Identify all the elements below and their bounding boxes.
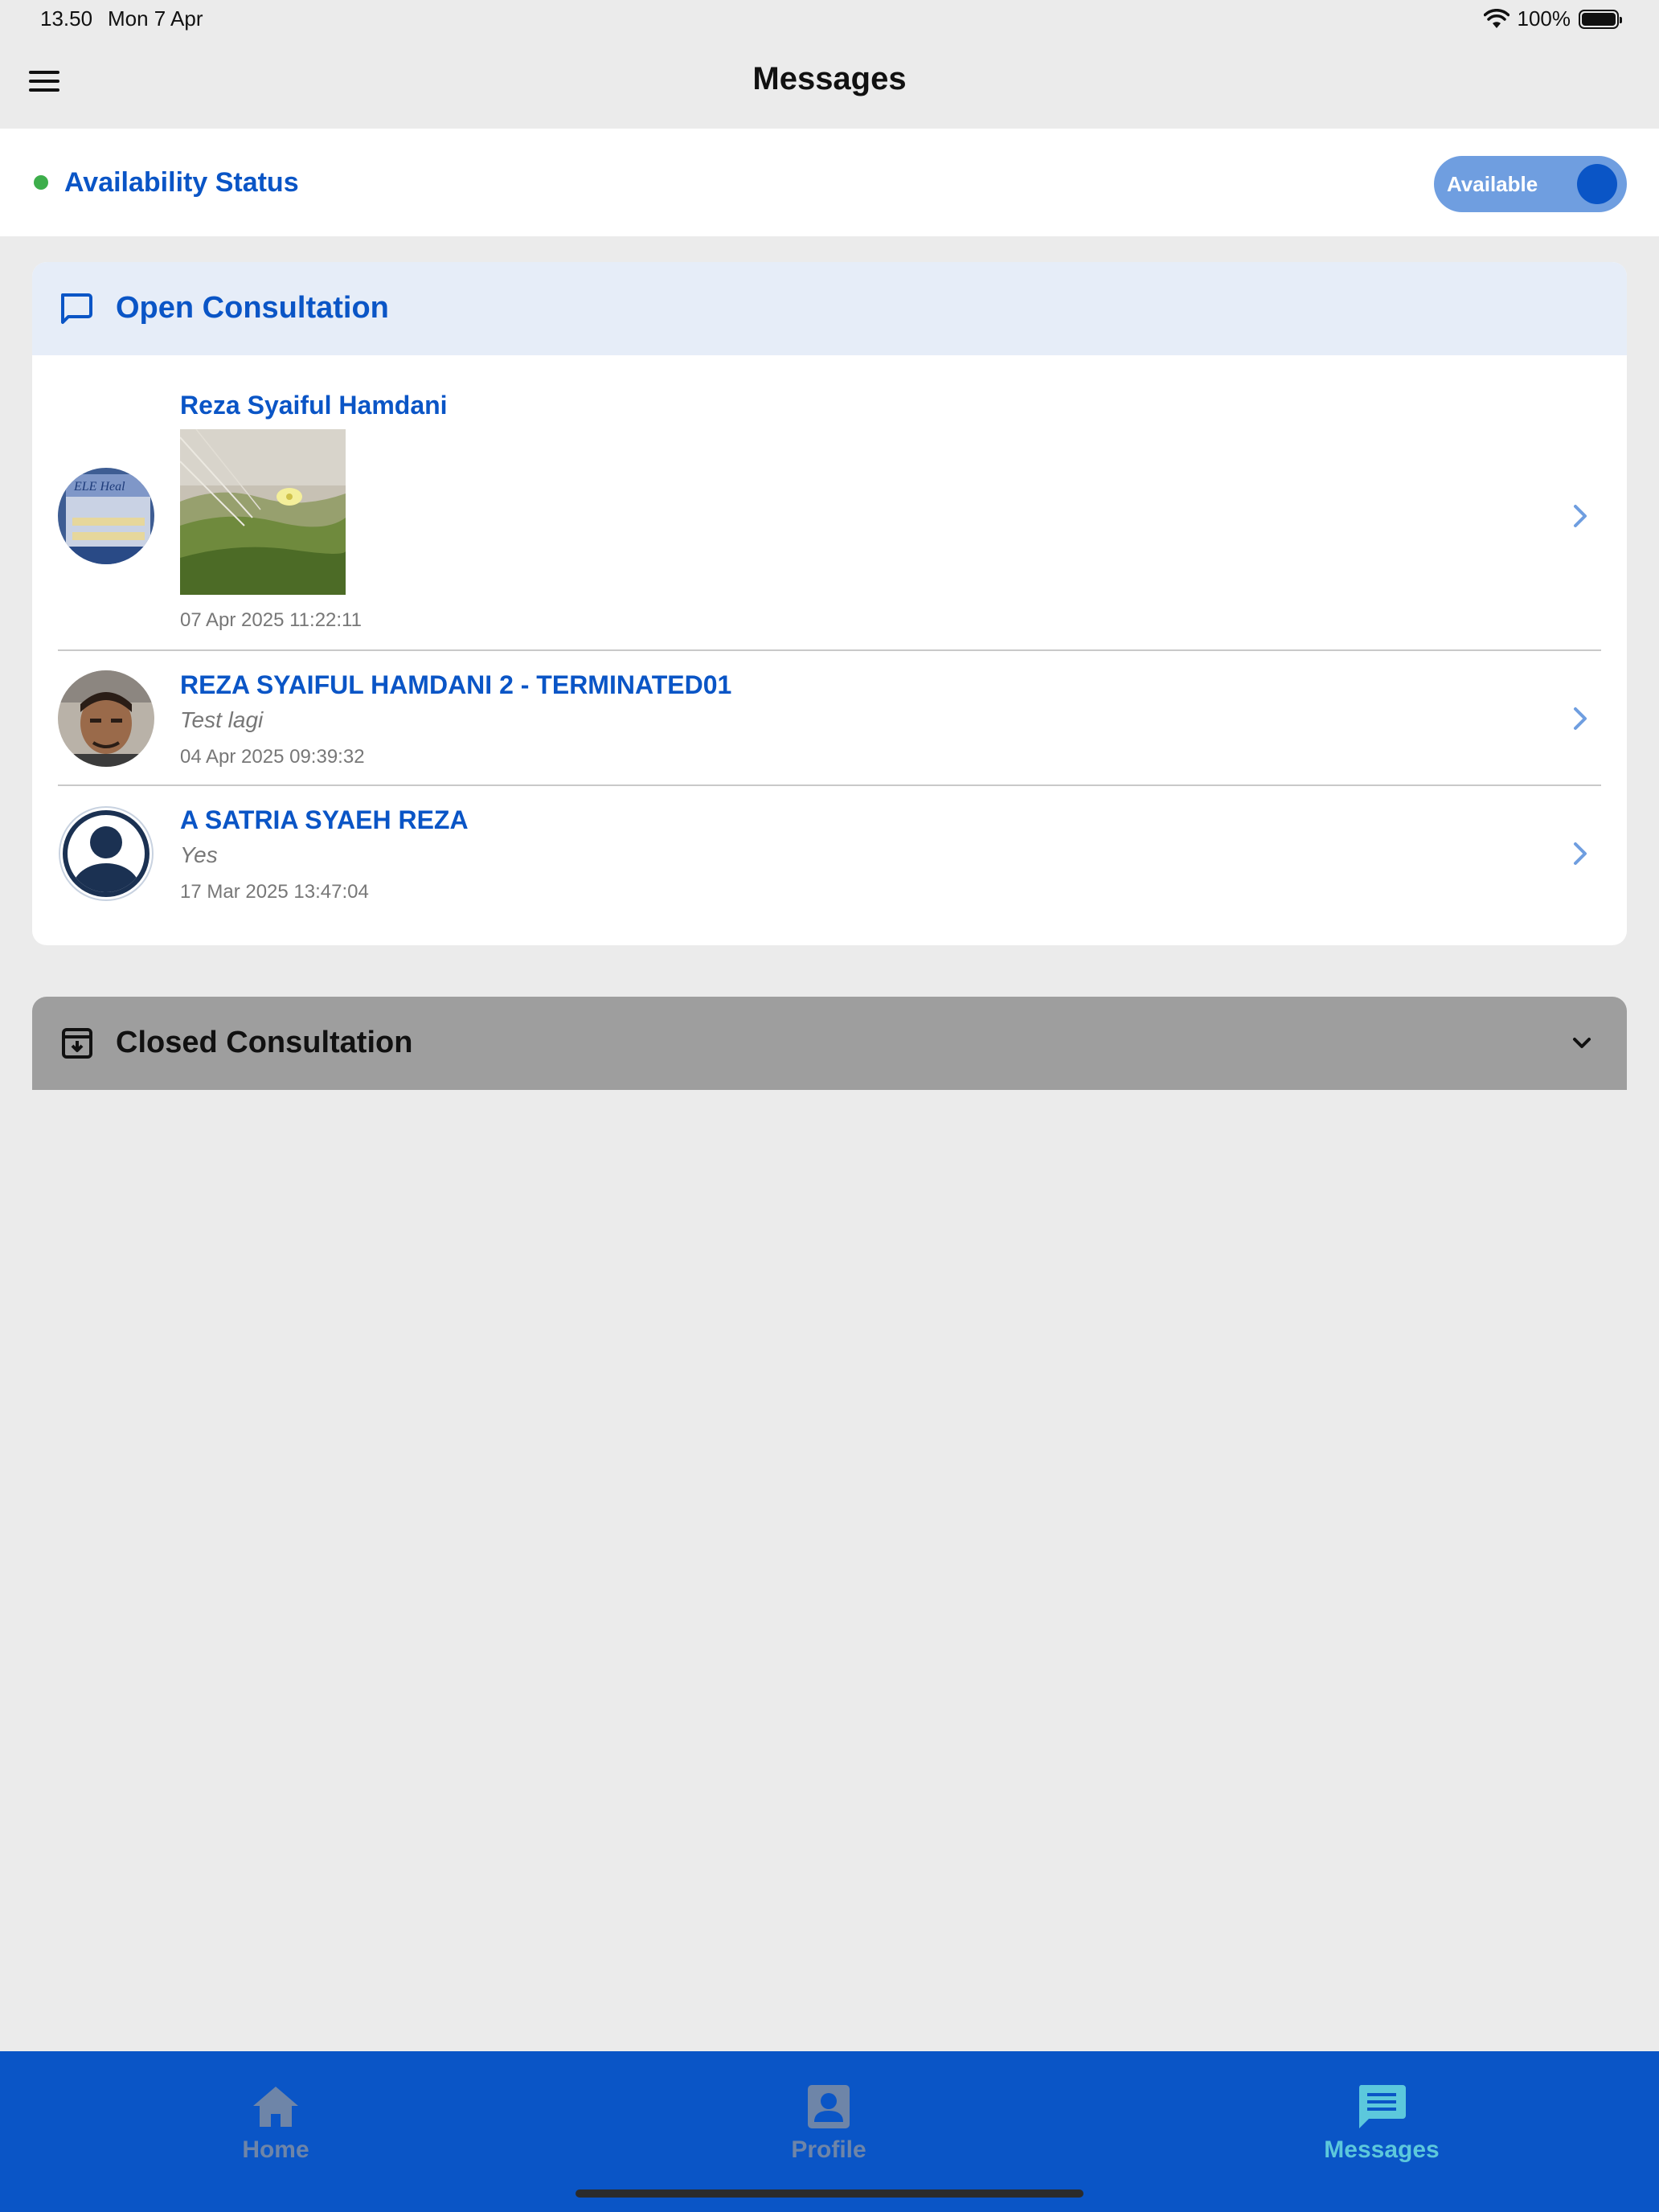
status-bar: 13.50 Mon 7 Apr 100% bbox=[0, 0, 1659, 39]
availability-status-bar: Availability Status Available bbox=[0, 129, 1659, 236]
home-icon bbox=[253, 2087, 298, 2127]
closed-consultation-header[interactable]: Closed Consultation bbox=[32, 997, 1627, 1090]
messages-icon bbox=[1358, 2085, 1406, 2128]
nav-messages[interactable]: Messages bbox=[1261, 2083, 1502, 2180]
chevron-down-icon bbox=[1573, 1038, 1591, 1048]
open-consultation-title: Open Consultation bbox=[116, 291, 389, 325]
svg-text:ELE Heal: ELE Heal bbox=[73, 480, 125, 494]
nav-messages-label: Messages bbox=[1324, 2136, 1440, 2163]
page-title: Messages bbox=[752, 61, 907, 96]
app-header: Messages bbox=[0, 45, 1659, 125]
battery-percentage: 100% bbox=[1517, 6, 1571, 31]
open-consultation-card: Open Consultation ELE Heal Reza Syaiful … bbox=[32, 262, 1627, 945]
conversation-name: Reza Syaiful Hamdani bbox=[180, 391, 448, 420]
home-indicator[interactable] bbox=[576, 2189, 1083, 2198]
conversation-row[interactable]: REZA SYAIFUL HAMDANI 2 - TERMINATED01 Te… bbox=[58, 651, 1601, 786]
image-message-thumbnail[interactable] bbox=[180, 429, 346, 595]
message-preview: Yes bbox=[180, 842, 218, 867]
conversation-row[interactable]: A SATRIA SYAEH REZA Yes 17 Mar 2025 13:4… bbox=[58, 786, 1601, 921]
default-avatar-icon bbox=[58, 805, 154, 902]
battery-icon bbox=[1579, 9, 1622, 29]
avatar: ELE Heal bbox=[58, 468, 154, 564]
chevron-right-icon bbox=[1574, 842, 1587, 865]
status-time: 13.50 bbox=[40, 6, 93, 31]
open-consultation-header: Open Consultation bbox=[32, 262, 1627, 355]
toggle-knob bbox=[1577, 164, 1617, 204]
nav-profile-label: Profile bbox=[791, 2136, 866, 2163]
nav-home-label: Home bbox=[242, 2136, 309, 2163]
conversation-timestamp: 07 Apr 2025 11:22:11 bbox=[180, 609, 362, 631]
avatar bbox=[58, 670, 154, 767]
wifi-icon bbox=[1483, 8, 1509, 28]
availability-toggle-label: Available bbox=[1447, 172, 1538, 196]
conversation-row[interactable]: ELE Heal Reza Syaiful Hamdani 07 Apr 202… bbox=[58, 391, 1601, 651]
profile-icon bbox=[808, 2085, 850, 2128]
conversation-timestamp: 04 Apr 2025 09:39:32 bbox=[180, 746, 365, 768]
chat-bubble-icon bbox=[61, 293, 92, 324]
conversation-name: A SATRIA SYAEH REZA bbox=[180, 805, 469, 834]
messages-screen: 13.50 Mon 7 Apr 100% Messages Availabili… bbox=[0, 0, 1659, 2212]
bottom-navigation: Home Profile Messages bbox=[0, 2051, 1659, 2212]
nav-home[interactable]: Home bbox=[155, 2083, 396, 2180]
nav-profile[interactable]: Profile bbox=[708, 2083, 949, 2180]
availability-toggle[interactable]: Available bbox=[1434, 156, 1627, 212]
conversation-timestamp: 17 Mar 2025 13:47:04 bbox=[180, 881, 369, 903]
status-dot bbox=[34, 175, 48, 190]
chevron-right-icon bbox=[1574, 707, 1587, 730]
archive-icon bbox=[62, 1028, 92, 1059]
availability-status-label: Availability Status bbox=[64, 167, 299, 198]
conversation-name: REZA SYAIFUL HAMDANI 2 - TERMINATED01 bbox=[180, 670, 732, 699]
chevron-right-icon bbox=[1574, 505, 1587, 527]
message-preview: Test lagi bbox=[180, 707, 264, 732]
closed-consultation-title: Closed Consultation bbox=[116, 1026, 413, 1059]
status-right: 100% bbox=[1483, 6, 1622, 31]
status-date: Mon 7 Apr bbox=[108, 6, 203, 31]
